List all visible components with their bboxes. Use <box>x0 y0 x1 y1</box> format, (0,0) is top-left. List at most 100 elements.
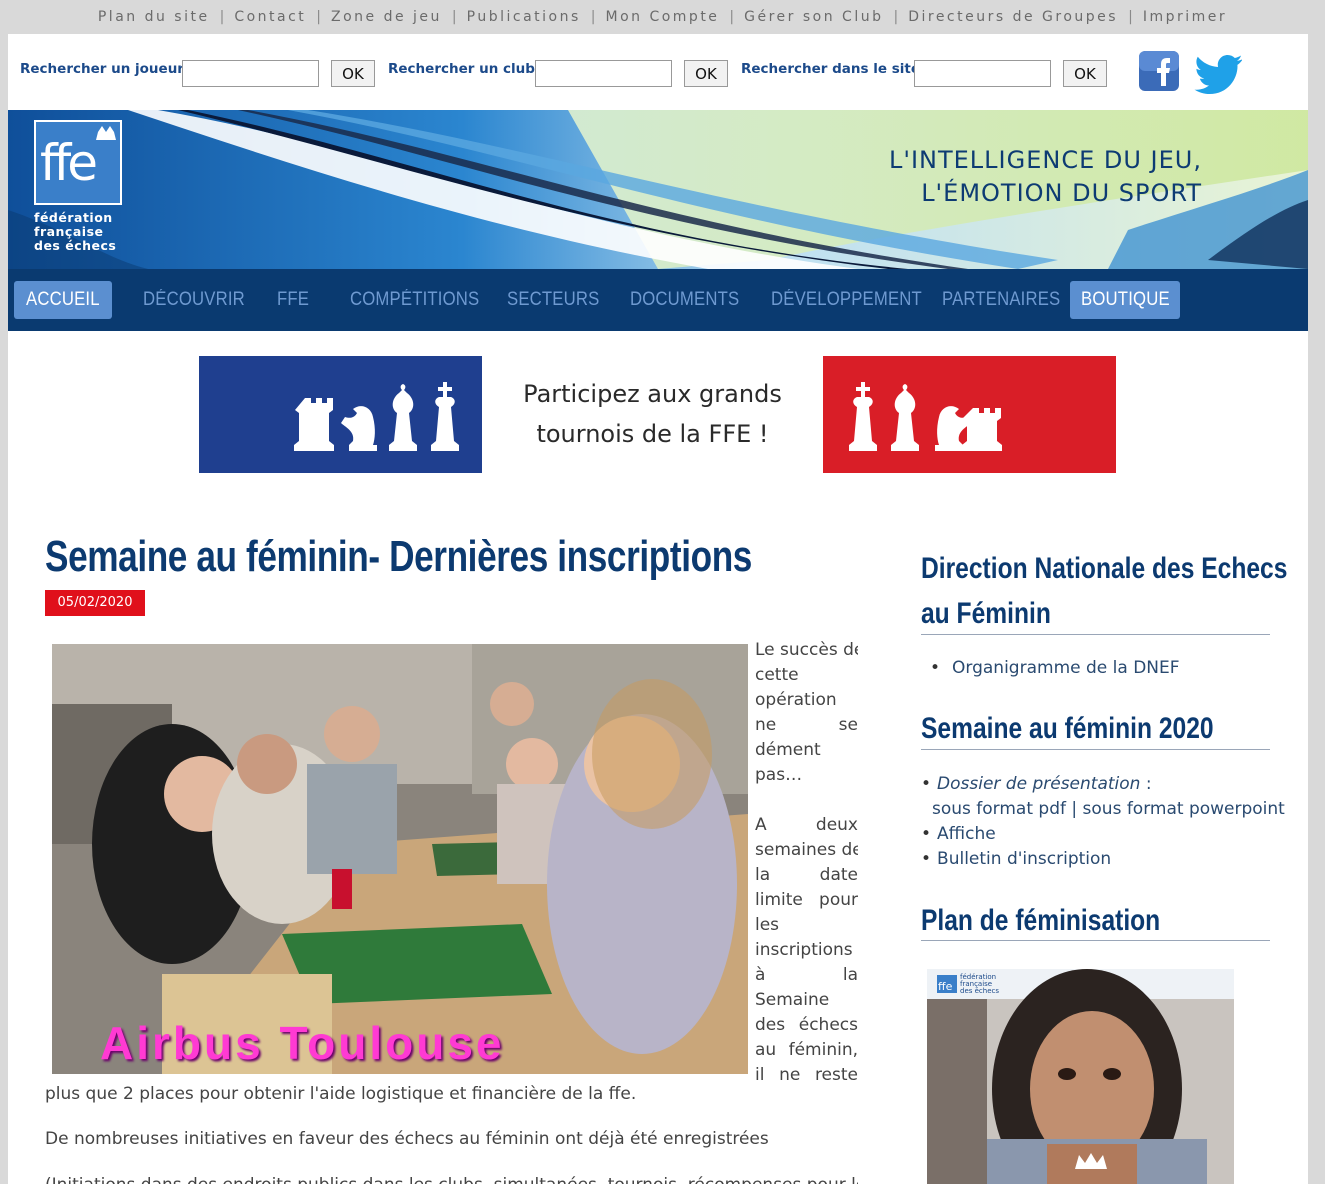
divider <box>921 940 1270 941</box>
text-line: il ne reste <box>755 1065 858 1085</box>
sidebar-item-dossier: • Dossier de présentation : <box>921 774 1152 794</box>
separator: | <box>893 9 899 25</box>
search-site-label: Rechercher dans le site <box>741 61 920 77</box>
text-line: les <box>755 915 780 935</box>
ad-blue-panel <box>199 356 482 473</box>
nav-decouvrir[interactable]: DÉCOUVRIR <box>143 281 245 319</box>
logo-caption: fédération française des échecs <box>34 211 124 253</box>
text-line: la date <box>755 865 858 885</box>
cover-logo-mark: ffe <box>937 975 957 993</box>
tournament-ad-banner[interactable]: Participez aux grands tournois de la FFE… <box>199 356 1116 473</box>
link-directeurs-de-groupes[interactable]: Directeurs de Groupes <box>908 9 1118 25</box>
search-club-label: Rechercher un club <box>388 61 535 77</box>
photo-caption: Airbus Toulouse <box>100 1017 505 1069</box>
sidebar-heading-dnef: Direction Nationale des Echecs au Féminin <box>921 552 1288 630</box>
text-line: pas… <box>755 765 803 785</box>
separator: | <box>316 9 321 25</box>
sidebar-item-organigramme[interactable]: • Organigramme de la DNEF <box>930 656 1180 681</box>
header-banner: ffe fédération française des échecs L'IN… <box>8 110 1308 269</box>
feminisation-plan-cover[interactable]: ffe fédération française des échecs <box>927 969 1234 1184</box>
ad-red-panel <box>823 356 1116 473</box>
nav-competitions[interactable]: COMPÉTITIONS <box>350 281 479 319</box>
separator: | <box>451 9 457 25</box>
nav-documents[interactable]: DOCUMENTS <box>630 281 739 319</box>
separator: | <box>729 9 735 25</box>
logo-text: ffe <box>40 134 98 192</box>
main-nav: ACCUEIL DÉCOUVRIR FFE COMPÉTITIONS SECTE… <box>8 269 1308 331</box>
divider <box>921 634 1270 635</box>
ad-text: Participez aux grands tournois de la FFE… <box>482 374 823 454</box>
text-line: des échecs <box>755 1015 858 1035</box>
tagline-line-1: L'INTELLIGENCE DU JEU, <box>888 146 1202 174</box>
search-player-label: Rechercher un joueur <box>20 61 184 77</box>
logo-mark: ffe <box>34 120 122 205</box>
separator: | <box>1128 9 1133 25</box>
search-site-input[interactable] <box>914 60 1051 87</box>
sidebar-heading-plan: Plan de féminisation <box>921 904 1161 937</box>
sidebar-heading-semaine: Semaine au féminin 2020 <box>921 712 1214 745</box>
article-photo[interactable]: Airbus Toulouse <box>52 644 748 1074</box>
twitter-icon[interactable] <box>1194 54 1242 94</box>
text-line: à la <box>755 965 858 985</box>
text-line: semaines de <box>755 840 858 860</box>
link-imprimer[interactable]: Imprimer <box>1143 9 1227 25</box>
article-date-badge: 05/02/2020 <box>45 590 145 616</box>
tagline-line-2: L'ÉMOTION DU SPORT <box>921 179 1202 207</box>
dossier-link[interactable]: Dossier de présentation <box>937 774 1140 794</box>
pdf-link[interactable]: sous format pdf <box>932 799 1066 819</box>
article-intro-column: Le succès de cette opération ne se démen… <box>755 638 858 1088</box>
nav-accueil[interactable]: ACCUEIL <box>14 281 112 319</box>
link-contact[interactable]: Contact <box>234 9 306 25</box>
search-site-ok-button[interactable]: OK <box>1063 60 1107 87</box>
link-plan-du-site[interactable]: Plan du site <box>98 9 210 25</box>
search-bar: Rechercher un joueur OK Rechercher un cl… <box>8 34 1308 110</box>
page-container: Rechercher un joueur OK Rechercher un cl… <box>8 34 1308 1184</box>
nav-developpement[interactable]: DÉVELOPPEMENT <box>771 281 922 319</box>
text-line: inscriptions <box>755 940 853 960</box>
ad-line-2: tournois de la FFE ! <box>536 420 769 448</box>
white-chess-pieces-icon <box>849 382 1002 451</box>
text-line: opération <box>755 690 837 710</box>
logo-line: des échecs <box>34 238 117 253</box>
search-player-input[interactable] <box>182 60 319 87</box>
link-zone-de-jeu[interactable]: Zone de jeu <box>331 9 442 25</box>
article-paragraph: plus que 2 places pour obtenir l'aide lo… <box>45 1084 637 1104</box>
logo-line: fédération <box>34 210 113 225</box>
separator: | <box>219 9 225 25</box>
link-gerer-son-club[interactable]: Gérer son Club <box>744 9 883 25</box>
text-line: cette <box>755 665 799 685</box>
search-club-input[interactable] <box>535 60 672 87</box>
ad-line-1: Participez aux grands <box>523 380 782 408</box>
logo-line: française <box>34 224 104 239</box>
link-publications[interactable]: Publications <box>467 9 581 25</box>
text-line: dément <box>755 740 821 760</box>
cover-logo-caption: fédération française des échecs <box>960 973 1000 995</box>
sidebar-item-bulletin[interactable]: • Bulletin d'inscription <box>921 847 1111 872</box>
nav-secteurs[interactable]: SECTEURS <box>507 281 599 319</box>
link-mon-compte[interactable]: Mon Compte <box>605 9 719 25</box>
article-paragraph: De nombreuses initiatives en faveur des … <box>45 1129 769 1149</box>
text-line: Semaine <box>755 990 830 1010</box>
article-paragraph: (Initiations dans des endroits publics,d… <box>45 1173 858 1184</box>
article-title: Semaine au féminin- Dernières inscriptio… <box>45 532 752 581</box>
search-player-ok-button[interactable]: OK <box>331 60 375 87</box>
search-club-ok-button[interactable]: OK <box>684 60 728 87</box>
banner-tagline: L'INTELLIGENCE DU JEU, L'ÉMOTION DU SPOR… <box>889 144 1202 210</box>
text-line: limite pour <box>755 890 858 910</box>
separator: | <box>590 9 596 25</box>
chess-players-photo <box>52 644 748 1074</box>
text-line: Le succès de <box>755 640 858 660</box>
sidebar-item-affiche[interactable]: • Affiche <box>921 822 996 847</box>
text-line: ne se <box>755 715 858 735</box>
ffe-logo[interactable]: ffe fédération française des échecs <box>34 120 124 253</box>
nav-partenaires[interactable]: PARTENAIRES <box>942 281 1060 319</box>
text-line: A deux <box>755 815 858 835</box>
cover-photo <box>927 969 1234 1184</box>
nav-ffe[interactable]: FFE <box>277 281 309 319</box>
white-chess-pieces-icon <box>294 382 459 451</box>
powerpoint-link[interactable]: sous format powerpoint <box>1083 799 1285 819</box>
sidebar-item-formats: sous format pdf | sous format powerpoint <box>932 799 1285 819</box>
nav-boutique[interactable]: BOUTIQUE <box>1070 281 1180 319</box>
text-line <box>755 788 858 813</box>
facebook-icon[interactable] <box>1138 50 1180 92</box>
